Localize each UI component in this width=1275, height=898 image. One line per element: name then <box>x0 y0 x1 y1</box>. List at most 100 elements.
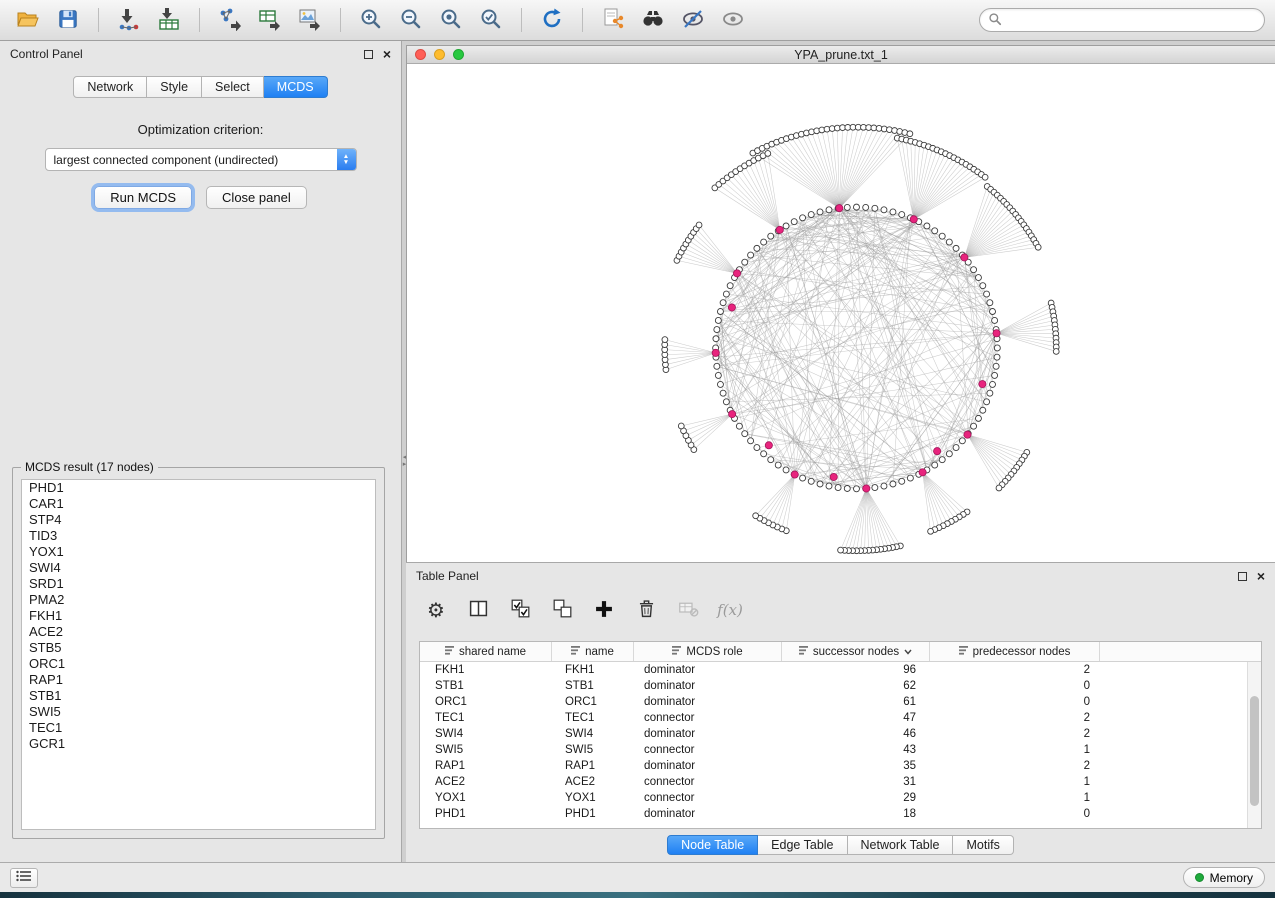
mcds-result-list[interactable]: PHD1CAR1STP4TID3YOX1SWI4SRD1PMA2FKH1ACE2… <box>21 479 376 830</box>
toolbar-separator <box>199 8 200 32</box>
function-builder-button: f(x) <box>716 596 744 624</box>
search-box[interactable] <box>979 8 1265 32</box>
table-settings-button[interactable]: ⚙ <box>422 596 450 624</box>
result-item[interactable]: TEC1 <box>22 720 375 736</box>
eye-icon <box>721 7 745 34</box>
tab-select[interactable]: Select <box>202 76 264 98</box>
checkboxes-checked-icon <box>510 598 531 622</box>
import-table-icon <box>157 7 181 34</box>
tab-network-table[interactable]: Network Table <box>848 835 954 855</box>
table-row[interactable]: PHD1PHD1dominator180 <box>420 806 1247 822</box>
table-row[interactable]: ORC1ORC1dominator610 <box>420 694 1247 710</box>
result-item[interactable]: YOX1 <box>22 544 375 560</box>
close-panel-button[interactable]: Close panel <box>206 186 307 209</box>
table-row[interactable]: TEC1TEC1connector472 <box>420 710 1247 726</box>
column-header-predecessor-nodes[interactable]: predecessor nodes <box>930 642 1100 661</box>
memory-button[interactable]: Memory <box>1183 867 1265 888</box>
control-panel-title: Control Panel <box>10 47 83 61</box>
close-panel-icon[interactable]: × <box>383 49 391 59</box>
export-image-button[interactable] <box>292 4 328 36</box>
export-network-button[interactable] <box>212 4 248 36</box>
tab-network[interactable]: Network <box>73 76 147 98</box>
result-item[interactable]: STP4 <box>22 512 375 528</box>
table-row[interactable]: SWI5SWI5connector431 <box>420 742 1247 758</box>
eye-slash-icon <box>681 7 705 34</box>
result-item[interactable]: FKH1 <box>22 608 375 624</box>
result-item[interactable]: PMA2 <box>22 592 375 608</box>
tab-style[interactable]: Style <box>147 76 202 98</box>
float-panel-icon[interactable] <box>364 50 373 59</box>
result-item[interactable]: SWI5 <box>22 704 375 720</box>
result-item[interactable]: ORC1 <box>22 656 375 672</box>
column-header-successor-nodes[interactable]: successor nodes <box>782 642 930 661</box>
scrollbar-thumb[interactable] <box>1250 696 1259 806</box>
network-canvas[interactable] <box>407 64 1275 562</box>
zoom-in-button[interactable] <box>353 4 389 36</box>
show-columns-button[interactable] <box>464 596 492 624</box>
toolbar-separator <box>582 8 583 32</box>
zoom-fit-button[interactable] <box>433 4 469 36</box>
search-input[interactable] <box>1007 13 1256 27</box>
import-table-button[interactable] <box>151 4 187 36</box>
result-item[interactable]: RAP1 <box>22 672 375 688</box>
result-item[interactable]: TID3 <box>22 528 375 544</box>
select-all-rows-button[interactable] <box>506 596 534 624</box>
clone-network-button[interactable] <box>595 4 631 36</box>
result-item[interactable]: SWI4 <box>22 560 375 576</box>
delete-column-button[interactable] <box>632 596 660 624</box>
table-panel-header: Table Panel × <box>406 563 1275 589</box>
float-table-panel-icon[interactable] <box>1238 572 1247 581</box>
tab-node-table[interactable]: Node Table <box>667 835 758 855</box>
network-window-titlebar[interactable]: YPA_prune.txt_1 <box>407 46 1275 64</box>
toggle-visibility-button[interactable] <box>715 4 751 36</box>
zoom-in-icon <box>359 7 383 34</box>
column-header-mcds-role[interactable]: MCDS role <box>634 642 782 661</box>
search-icon <box>988 12 1002 29</box>
add-column-button[interactable] <box>590 596 618 624</box>
result-item[interactable]: PHD1 <box>22 480 375 496</box>
main-toolbar <box>0 0 1275 41</box>
optimization-criterion-label: Optimization criterion: <box>0 122 401 137</box>
import-network-button[interactable] <box>111 4 147 36</box>
result-item[interactable]: SRD1 <box>22 576 375 592</box>
zoom-out-button[interactable] <box>393 4 429 36</box>
task-history-button[interactable] <box>10 868 38 888</box>
column-header-name[interactable]: name <box>552 642 634 661</box>
result-item[interactable]: STB5 <box>22 640 375 656</box>
control-panel: Control Panel × Network Style Select MCD… <box>0 41 402 862</box>
sort-icon <box>445 646 454 658</box>
import-network-icon <box>117 7 141 34</box>
zoom-selected-button[interactable] <box>473 4 509 36</box>
table-row[interactable]: STB1STB1dominator620 <box>420 678 1247 694</box>
result-item[interactable]: GCR1 <box>22 736 375 752</box>
desktop-wallpaper-strip <box>0 892 1275 898</box>
criterion-select[interactable]: largest connected component (undirected)… <box>45 148 357 171</box>
result-item[interactable]: STB1 <box>22 688 375 704</box>
gear-icon: ⚙ <box>427 598 445 622</box>
save-button[interactable] <box>50 4 86 36</box>
toolbar-separator <box>98 8 99 32</box>
tab-edge-table[interactable]: Edge Table <box>758 835 847 855</box>
tab-motifs[interactable]: Motifs <box>953 835 1013 855</box>
table-row[interactable]: ACE2ACE2connector311 <box>420 774 1247 790</box>
table-scrollbar[interactable] <box>1247 662 1261 828</box>
find-button[interactable] <box>635 4 671 36</box>
column-header-shared-name[interactable]: shared name <box>420 642 552 661</box>
open-file-button[interactable] <box>10 4 46 36</box>
table-row[interactable]: SWI4SWI4dominator462 <box>420 726 1247 742</box>
table-row[interactable]: YOX1YOX1connector291 <box>420 790 1247 806</box>
run-mcds-button[interactable]: Run MCDS <box>94 186 192 209</box>
tab-mcds[interactable]: MCDS <box>264 76 328 98</box>
export-table-button[interactable] <box>252 4 288 36</box>
sort-icon <box>959 646 968 658</box>
result-item[interactable]: CAR1 <box>22 496 375 512</box>
result-item[interactable]: ACE2 <box>22 624 375 640</box>
table-row[interactable]: RAP1RAP1dominator352 <box>420 758 1247 774</box>
table-row[interactable]: FKH1FKH1dominator962 <box>420 662 1247 678</box>
refresh-button[interactable] <box>534 4 570 36</box>
plus-icon <box>594 599 614 622</box>
close-table-panel-icon[interactable]: × <box>1257 571 1265 581</box>
deselect-all-rows-button[interactable] <box>548 596 576 624</box>
network-window-title: YPA_prune.txt_1 <box>407 48 1275 62</box>
style-painter-button[interactable] <box>675 4 711 36</box>
